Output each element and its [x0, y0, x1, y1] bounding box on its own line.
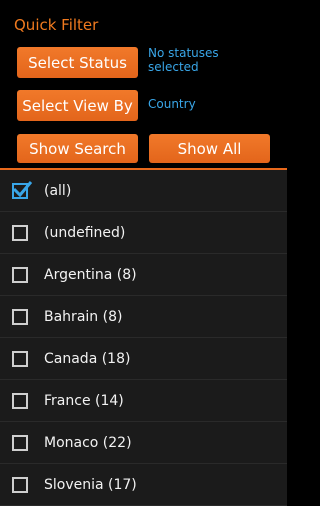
checkbox[interactable]	[12, 224, 28, 241]
select-status-button[interactable]: Select Status	[17, 47, 138, 78]
check-icon	[12, 180, 33, 197]
list-item-label: Canada (18)	[44, 350, 131, 367]
list-item-label: Monaco (22)	[44, 434, 132, 451]
checkbox[interactable]	[12, 308, 28, 325]
list-item-label: Bahrain (8)	[44, 308, 123, 325]
list-item-canada[interactable]: Canada (18)	[0, 338, 287, 380]
list-item-france[interactable]: France (14)	[0, 380, 287, 422]
list-item-label: (undefined)	[44, 224, 126, 241]
quick-filter-title: Quick Filter	[14, 16, 99, 34]
list-item-slovenia[interactable]: Slovenia (17)	[0, 464, 287, 506]
list-item-label: Argentina (8)	[44, 266, 137, 283]
list-item-all[interactable]: (all)	[0, 170, 287, 212]
select-view-by-button[interactable]: Select View By	[17, 90, 138, 121]
show-all-button[interactable]: Show All	[149, 134, 270, 163]
status-value: No statuses selected	[148, 46, 219, 74]
list-item-label: (all)	[44, 182, 72, 199]
list-item-bahrain[interactable]: Bahrain (8)	[0, 296, 287, 338]
list-item-label: Slovenia (17)	[44, 476, 137, 493]
list-item-undefined[interactable]: (undefined)	[0, 212, 287, 254]
list-item-monaco[interactable]: Monaco (22)	[0, 422, 287, 464]
checkbox[interactable]	[12, 476, 28, 493]
show-search-button[interactable]: Show Search	[17, 134, 138, 163]
checkbox[interactable]	[12, 266, 28, 283]
list-item-label: France (14)	[44, 392, 124, 409]
checkbox[interactable]	[12, 392, 28, 409]
filter-list: (all) (undefined) Argentina (8) Bahrain …	[0, 170, 287, 506]
checkbox-checked[interactable]	[12, 180, 33, 199]
quick-filter-header: Quick Filter Select Status No statuses s…	[0, 0, 287, 168]
checkbox[interactable]	[12, 434, 28, 451]
view-by-value: Country	[148, 97, 196, 111]
list-item-argentina[interactable]: Argentina (8)	[0, 254, 287, 296]
checkbox[interactable]	[12, 350, 28, 367]
